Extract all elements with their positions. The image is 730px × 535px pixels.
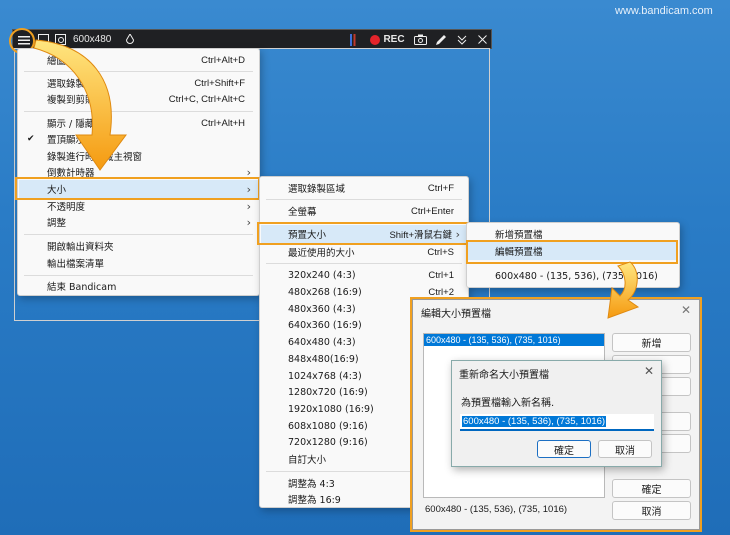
arrow-to-dialog xyxy=(607,261,640,319)
annotation-arrows xyxy=(33,39,640,319)
arrow-to-size-menu xyxy=(33,39,127,171)
